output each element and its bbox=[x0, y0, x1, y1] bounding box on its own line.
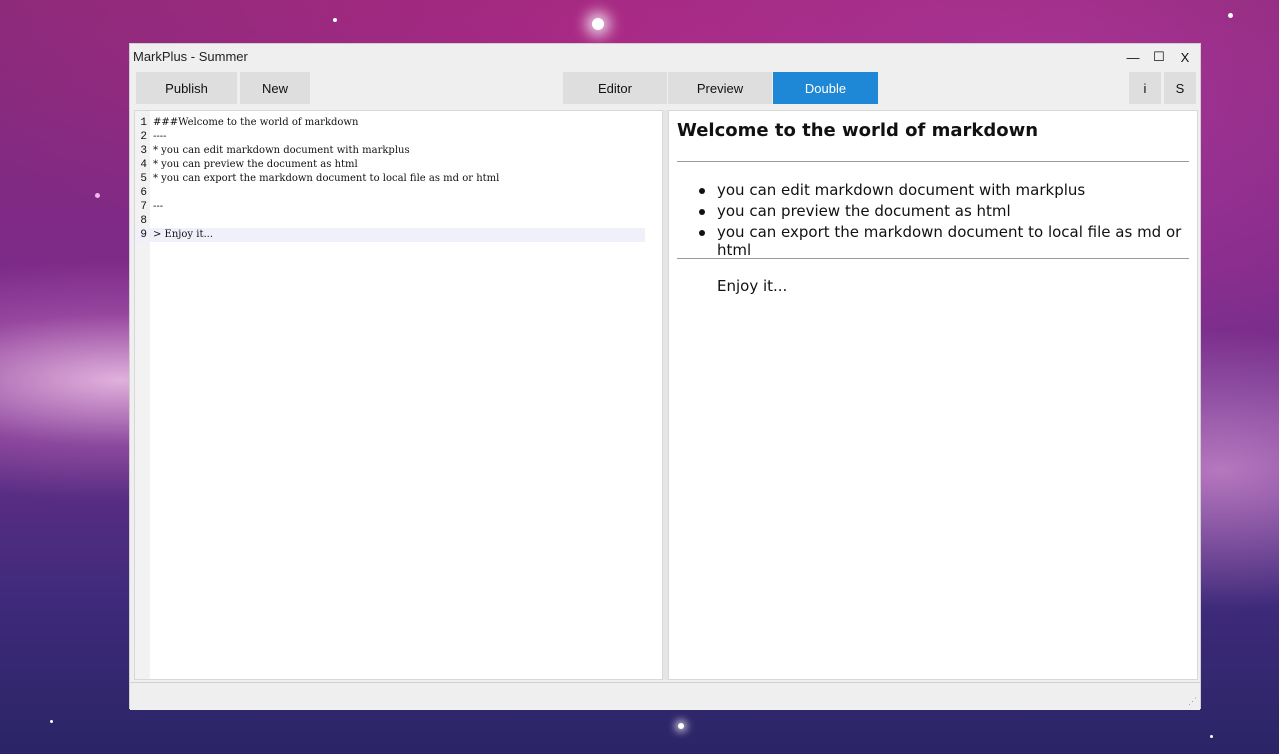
line-number: 5 bbox=[140, 173, 147, 185]
html-preview: Welcome to the world of markdown you can… bbox=[668, 110, 1198, 680]
line-text: * you can edit markdown document with ma… bbox=[153, 145, 410, 156]
info-button[interactable]: i bbox=[1129, 72, 1161, 104]
title-bar[interactable]: MarkPlus - Summer — ☐ X bbox=[130, 44, 1200, 70]
preview-blockquote: Enjoy it... bbox=[717, 277, 788, 295]
line-number: 6 bbox=[140, 187, 147, 199]
line-number: 9 bbox=[140, 229, 147, 241]
line-number: 7 bbox=[140, 201, 147, 213]
status-bar: ⋰ bbox=[130, 682, 1200, 710]
star bbox=[678, 723, 684, 729]
window-title: MarkPlus - Summer bbox=[133, 49, 248, 64]
editor-line-current[interactable]: 9 > Enjoy it... bbox=[135, 228, 645, 242]
new-button[interactable]: New bbox=[240, 72, 310, 104]
preview-list-item: you can edit markdown document with mark… bbox=[717, 181, 1086, 199]
bullet-icon bbox=[699, 188, 705, 194]
tab-double[interactable]: Double bbox=[773, 72, 878, 104]
line-text: ###Welcome to the world of markdown bbox=[153, 117, 359, 128]
line-text: * you can export the markdown document t… bbox=[153, 173, 500, 184]
app-window: MarkPlus - Summer — ☐ X Publish New Edit… bbox=[129, 43, 1201, 710]
editor-line[interactable]: 1 ###Welcome to the world of markdown bbox=[135, 116, 662, 130]
star bbox=[95, 193, 100, 198]
editor-line[interactable]: 3 * you can edit markdown document with … bbox=[135, 144, 662, 158]
editor-line[interactable]: 4 * you can preview the document as html bbox=[135, 158, 662, 172]
preview-divider bbox=[677, 258, 1189, 259]
editor-line[interactable]: 6 bbox=[135, 186, 662, 200]
line-text: * you can preview the document as html bbox=[153, 159, 358, 170]
maximize-icon[interactable]: ☐ bbox=[1147, 46, 1171, 68]
star-sparkle bbox=[592, 18, 604, 30]
line-text: --- bbox=[153, 201, 164, 212]
editor-line[interactable]: 8 bbox=[135, 214, 662, 228]
preview-heading: Welcome to the world of markdown bbox=[677, 120, 1039, 141]
tab-preview[interactable]: Preview bbox=[668, 72, 772, 104]
publish-button[interactable]: Publish bbox=[136, 72, 237, 104]
settings-button[interactable]: S bbox=[1164, 72, 1196, 104]
line-number: 1 bbox=[140, 117, 147, 129]
line-text: ---- bbox=[153, 131, 167, 142]
bullet-icon bbox=[699, 209, 705, 215]
star bbox=[50, 720, 53, 723]
editor-line[interactable]: 2 ---- bbox=[135, 130, 662, 144]
preview-divider bbox=[677, 161, 1189, 162]
star bbox=[333, 18, 337, 22]
line-number: 2 bbox=[140, 131, 147, 143]
close-icon[interactable]: X bbox=[1173, 46, 1197, 68]
preview-list-item: you can preview the document as html bbox=[717, 202, 1011, 220]
tab-editor[interactable]: Editor bbox=[563, 72, 667, 104]
line-text: > Enjoy it... bbox=[153, 229, 213, 240]
editor-line[interactable]: 5 * you can export the markdown document… bbox=[135, 172, 662, 186]
star bbox=[1228, 13, 1233, 18]
preview-list-item: you can export the markdown document to … bbox=[717, 223, 1182, 259]
bullet-icon bbox=[699, 230, 705, 236]
resize-grip-icon[interactable]: ⋰ bbox=[1188, 696, 1197, 707]
line-number: 3 bbox=[140, 145, 147, 157]
line-number: 4 bbox=[140, 159, 147, 171]
line-number: 8 bbox=[140, 215, 147, 227]
editor-line[interactable]: 7 --- bbox=[135, 200, 662, 214]
minimize-icon[interactable]: — bbox=[1121, 46, 1145, 68]
star bbox=[1210, 735, 1213, 738]
markdown-editor[interactable]: 1 ###Welcome to the world of markdown 2 … bbox=[134, 110, 663, 680]
